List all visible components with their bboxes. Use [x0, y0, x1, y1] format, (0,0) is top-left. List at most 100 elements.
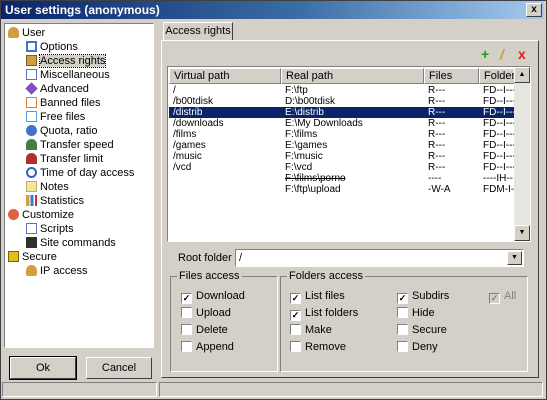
- transfer-speed-icon: [26, 139, 37, 150]
- tree-item-quota-ratio[interactable]: Quota, ratio: [26, 124, 97, 138]
- secure-checkbox[interactable]: Secure: [397, 324, 447, 337]
- title-bar: User settings (anonymous) x: [1, 1, 544, 19]
- quota-icon: [26, 125, 37, 136]
- tree-item-time-of-day-access[interactable]: Time of day access: [26, 166, 134, 180]
- tab-access-rights[interactable]: Access rights: [163, 22, 233, 41]
- cell-files: R---: [428, 151, 446, 162]
- deny-checkbox[interactable]: Deny: [397, 341, 438, 354]
- status-bar: [2, 382, 543, 397]
- root-folder-combobox[interactable]: / ▼: [235, 249, 524, 267]
- cell-real-path: F:\films\porno: [285, 173, 346, 184]
- checkbox-box: ✓: [397, 293, 408, 304]
- table-row[interactable]: /downloads E:\My Downloads R--- FD--I---: [169, 118, 530, 129]
- tree-item-site-commands[interactable]: Site commands: [26, 236, 116, 250]
- tree-item-miscellaneous[interactable]: Miscellaneous: [26, 68, 110, 82]
- cell-real-path: E:\distrib: [285, 107, 324, 118]
- tree-item-access-rights[interactable]: Access rights: [26, 54, 107, 68]
- tree-item-user[interactable]: User: [8, 26, 45, 40]
- cell-real-path: E:\games: [285, 140, 328, 151]
- cell-real-path: F:\vcd: [285, 162, 313, 173]
- close-button[interactable]: x: [526, 3, 542, 17]
- checkbox-box: [397, 324, 408, 335]
- options-icon: [26, 41, 37, 52]
- column-real-path[interactable]: Real path: [281, 68, 424, 84]
- cell-files: -W-A: [428, 184, 451, 195]
- tree-item-advanced[interactable]: Advanced: [25, 82, 89, 96]
- hide-checkbox[interactable]: Hide: [397, 307, 435, 320]
- site-commands-icon: [26, 237, 37, 248]
- cell-folders: FD--I---: [483, 107, 516, 118]
- download-checkbox[interactable]: ✓ Download: [181, 290, 245, 304]
- cell-folders: FD--I---: [483, 96, 516, 107]
- banned-files-icon: [26, 97, 37, 108]
- table-row[interactable]: / F:\ftp R--- FD--I---: [169, 85, 530, 96]
- edit-icon[interactable]: /: [500, 47, 504, 61]
- cancel-button[interactable]: Cancel: [86, 357, 152, 379]
- folders-access-group: Folders access ✓ List files ✓ List folders…: [280, 270, 528, 372]
- cell-files: ----: [428, 173, 442, 184]
- table-row[interactable]: /vcd F:\vcd R--- FD--I---: [169, 162, 530, 173]
- table-row[interactable]: /films F:\films R--- FD--I---: [169, 129, 530, 140]
- access-rights-icon: [26, 55, 37, 66]
- chevron-down-icon[interactable]: ▼: [507, 251, 522, 265]
- root-folder-label: Root folder: [178, 252, 232, 264]
- statistics-icon: [26, 195, 37, 206]
- tree-item-secure[interactable]: Secure: [8, 250, 57, 264]
- table-row[interactable]: /music F:\music R--- FD--I---: [169, 151, 530, 162]
- delete-icon[interactable]: x: [518, 47, 526, 61]
- tree-item-free-files[interactable]: Free files: [26, 110, 85, 124]
- tree-item-banned-files[interactable]: Banned files: [26, 96, 101, 110]
- column-files[interactable]: Files: [424, 68, 479, 84]
- cell-files: R---: [428, 85, 446, 96]
- table-row[interactable]: /b00tdisk D:\b00tdisk R--- FD--I---: [169, 96, 530, 107]
- checkbox-box: ✓: [489, 293, 500, 304]
- table-row[interactable]: F:\ftp\upload -W-A FDM-I---: [169, 184, 530, 195]
- add-icon[interactable]: +: [481, 47, 489, 61]
- table-row-selected[interactable]: /distrib E:\distrib R--- FD--I---: [169, 107, 530, 118]
- cell-virtual-path: /b00tdisk: [173, 96, 214, 107]
- all-checkbox[interactable]: ✓ All: [489, 290, 516, 304]
- user-icon: [8, 27, 19, 38]
- remove-checkbox[interactable]: Remove: [290, 341, 346, 354]
- list-folders-checkbox[interactable]: ✓ List folders: [290, 307, 358, 321]
- secure-icon: [8, 251, 19, 262]
- column-folders[interactable]: Folders: [479, 68, 521, 84]
- tree-item-ip-access[interactable]: IP access: [26, 264, 88, 278]
- cell-virtual-path: /downloads: [173, 118, 224, 129]
- scroll-up-icon[interactable]: ▲: [514, 67, 530, 83]
- checkbox-box: ✓: [290, 310, 301, 321]
- list-files-checkbox[interactable]: ✓ List files: [290, 290, 345, 304]
- upload-checkbox[interactable]: Upload: [181, 307, 231, 320]
- cell-virtual-path: /films: [173, 129, 197, 140]
- tree-item-options[interactable]: Options: [26, 40, 78, 54]
- cell-real-path: F:\ftp\upload: [285, 184, 341, 195]
- cell-files: R---: [428, 129, 446, 140]
- tree-item-transfer-speed[interactable]: Transfer speed: [26, 138, 114, 152]
- checkbox-box: [397, 341, 408, 352]
- cell-folders: FD--I---: [483, 151, 516, 162]
- tree-item-statistics[interactable]: Statistics: [26, 194, 84, 208]
- scroll-down-icon[interactable]: ▼: [514, 225, 530, 241]
- table-row[interactable]: /games E:\games R--- FD--I---: [169, 140, 530, 151]
- tree-item-customize[interactable]: Customize: [8, 208, 74, 222]
- tab-strip: Access rights: [160, 22, 540, 41]
- tree-item-scripts[interactable]: Scripts: [26, 222, 74, 236]
- make-checkbox[interactable]: Make: [290, 324, 332, 337]
- cell-real-path: D:\b00tdisk: [285, 96, 336, 107]
- delete-checkbox[interactable]: Delete: [181, 324, 228, 337]
- settings-tree[interactable]: User Options Access rights Miscellaneous…: [4, 23, 154, 348]
- tree-item-transfer-limit[interactable]: Transfer limit: [26, 152, 103, 166]
- cell-virtual-path: /games: [173, 140, 206, 151]
- column-virtual-path[interactable]: Virtual path: [169, 68, 281, 84]
- ok-button[interactable]: Ok: [9, 356, 77, 380]
- tree-item-notes[interactable]: Notes: [26, 180, 69, 194]
- append-checkbox[interactable]: Append: [181, 341, 234, 354]
- transfer-limit-icon: [26, 153, 37, 164]
- cell-folders: ----IH--: [483, 173, 513, 184]
- cell-virtual-path: /vcd: [173, 162, 192, 173]
- table-row[interactable]: F:\films\porno ---- ----IH--: [169, 173, 530, 184]
- subdirs-checkbox[interactable]: ✓ Subdirs: [397, 290, 449, 304]
- list-scrollbar[interactable]: ▲ ▼: [514, 67, 530, 241]
- access-rights-list[interactable]: Virtual path Real path Files Folders / F:…: [167, 66, 531, 242]
- cell-virtual-path: /music: [173, 151, 202, 162]
